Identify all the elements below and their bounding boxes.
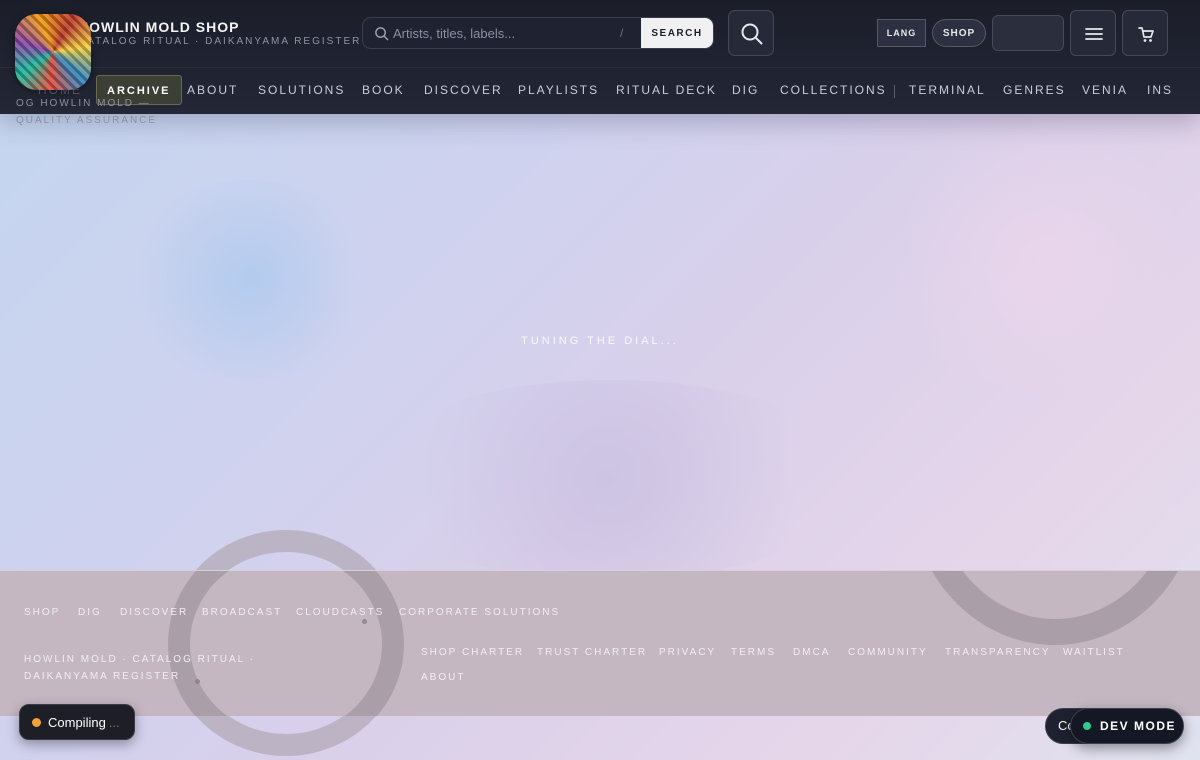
footer-link-corporate-solutions[interactable]: CORPORATE SOLUTIONS [399,607,560,618]
compiling-label: Compiling [48,714,106,730]
nav-separator [894,85,895,98]
nav-item-genres[interactable]: GENRES [1003,83,1066,97]
nav-item-discover[interactable]: DISCOVER [424,83,503,97]
status-dot [1083,722,1091,730]
compiling-status-badge[interactable]: Compiling ... [19,704,135,740]
footer-link-dmca[interactable]: DMCA [793,647,830,658]
footer-link-cloudcasts[interactable]: CLOUDCASTS [296,607,384,618]
nav-item-terminal[interactable]: TERMINAL [909,83,986,97]
nav-item-ins[interactable]: INS [1147,83,1173,97]
shop-button[interactable]: SHOP [932,19,986,47]
background-glow [120,180,380,380]
nav-item-book[interactable]: BOOK [362,83,405,97]
search-bar: / SEARCH [362,17,714,49]
footer-link-privacy[interactable]: PRIVACY [659,647,716,658]
hamburger-icon [1085,28,1103,40]
site-footer: SHOP DIG DISCOVER BROADCAST CLOUDCASTS C… [0,570,1200,716]
dev-mode-label: DEV MODE [1100,719,1177,733]
footer-link-shop-charter[interactable]: SHOP CHARTER [421,647,524,658]
footer-link-terms[interactable]: TERMS [731,647,776,658]
decorative-dot [362,619,367,624]
nav-item-collections[interactable]: COLLECTIONS [780,83,887,97]
footer-link-broadcast[interactable]: BROADCAST [202,607,282,618]
brand-title[interactable]: HOWLIN MOLD SHOP [78,19,239,35]
search-input[interactable] [393,18,643,48]
status-dot [32,717,41,727]
search-icon [375,27,389,41]
background-glow [880,130,1200,390]
language-button[interactable]: LANG [877,19,926,47]
dev-mode-toggle[interactable]: DEV MODE [1070,708,1184,744]
footer-link-discover[interactable]: DISCOVER [120,607,188,618]
search-shortcut-hint: / [620,26,624,40]
nav-item-ritual-deck[interactable]: RITUAL DECK [616,83,717,97]
nav-item-playlists[interactable]: PLAYLISTS [518,83,599,97]
brand-subtitle: CATALOG RITUAL · DAIKANYAMA REGISTER [78,36,362,47]
footer-brand-text: HOWLIN MOLD · CATALOG RITUAL · DAIKANYAM… [24,654,255,682]
search-toggle-button[interactable] [728,10,774,56]
nav-item-about[interactable]: ABOUT [187,83,238,97]
decorative-ring [910,571,1200,645]
nav-item-solutions[interactable]: SOLUTIONS [258,83,345,97]
footer-link-community[interactable]: COMMUNITY [848,647,928,658]
search-icon [741,23,763,45]
background-glow [360,380,860,580]
cart-icon [1138,27,1154,42]
footer-link-shop[interactable]: SHOP [24,607,60,618]
album-art-collage-logo[interactable] [15,14,91,90]
footer-link-waitlist[interactable]: WAITLIST [1063,647,1125,658]
decorative-ring [168,571,404,716]
header-top-row: HOWLIN MOLD SHOP CATALOG RITUAL · DAIKAN… [0,0,1200,67]
footer-link-about[interactable]: ABOUT [421,672,465,683]
nav-item-venia[interactable]: VENIA [1082,83,1128,97]
footer-link-trust-charter[interactable]: TRUST CHARTER [537,647,647,658]
footer-link-transparency[interactable]: TRANSPARENCY [945,647,1051,658]
search-button[interactable]: SEARCH [641,18,713,48]
loading-text: TUNING THE DIAL... [521,335,679,347]
cart-button[interactable] [1122,10,1168,56]
nav-item-dig[interactable]: DIG [732,83,759,97]
quality-assurance-label: OG HOWLIN MOLD — QUALITY ASSURANCE [16,98,158,126]
menu-button[interactable] [1070,10,1116,56]
account-button[interactable] [992,15,1064,51]
compiling-ellipsis: ... [108,714,120,730]
footer-link-dig[interactable]: DIG [78,607,102,618]
